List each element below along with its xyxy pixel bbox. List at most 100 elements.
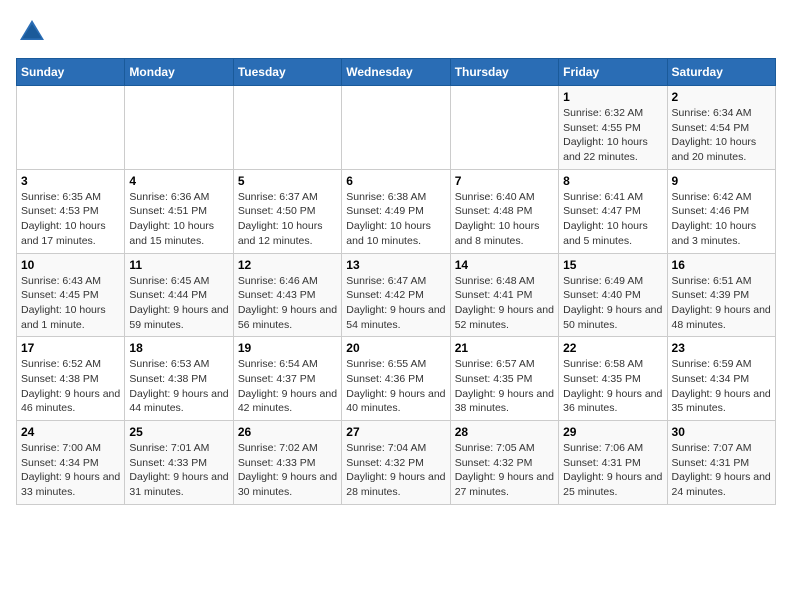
day-info: Sunrise: 7:05 AM Sunset: 4:32 PM Dayligh… — [455, 441, 554, 500]
day-cell: 29 Sunrise: 7:06 AM Sunset: 4:31 PM Dayli… — [559, 421, 667, 505]
weekday-header-sunday: Sunday — [17, 59, 125, 86]
day-info: Sunrise: 6:53 AM Sunset: 4:38 PM Dayligh… — [129, 357, 228, 416]
day-cell: 30 Sunrise: 7:07 AM Sunset: 4:31 PM Dayli… — [667, 421, 775, 505]
day-cell — [450, 86, 558, 170]
weekday-header-tuesday: Tuesday — [233, 59, 341, 86]
day-number: 17 — [21, 341, 120, 355]
day-number: 27 — [346, 425, 445, 439]
day-info: Sunrise: 6:58 AM Sunset: 4:35 PM Dayligh… — [563, 357, 662, 416]
day-cell: 13Sunrise: 6:47 AM Sunset: 4:42 PM Dayli… — [342, 253, 450, 337]
day-number: 13 — [346, 258, 445, 272]
day-info: Sunrise: 6:49 AM Sunset: 4:40 PM Dayligh… — [563, 274, 662, 333]
day-cell: 10 Sunrise: 6:43 AM Sunset: 4:45 PM Dayli… — [17, 253, 125, 337]
day-number: 20 — [346, 341, 445, 355]
day-cell — [17, 86, 125, 170]
day-info: Sunrise: 6:54 AM Sunset: 4:37 PM Dayligh… — [238, 357, 337, 416]
day-info: Sunrise: 6:40 AM Sunset: 4:48 PM Dayligh… — [455, 190, 554, 249]
day-info: Sunrise: 6:51 AM Sunset: 4:39 PM Dayligh… — [672, 274, 771, 333]
day-number: 19 — [238, 341, 337, 355]
day-number: 12 — [238, 258, 337, 272]
day-info: Sunrise: 6:37 AM Sunset: 4:50 PM Dayligh… — [238, 190, 337, 249]
day-cell: 25Sunrise: 7:01 AM Sunset: 4:33 PM Dayli… — [125, 421, 233, 505]
day-cell: 14Sunrise: 6:48 AM Sunset: 4:41 PM Dayli… — [450, 253, 558, 337]
day-info: Sunrise: 6:38 AM Sunset: 4:49 PM Dayligh… — [346, 190, 445, 249]
week-row-5: 24Sunrise: 7:00 AM Sunset: 4:34 PM Dayli… — [17, 421, 776, 505]
day-number: 30 — [672, 425, 771, 439]
day-number: 3 — [21, 174, 120, 188]
day-info: Sunrise: 6:32 AM Sunset: 4:55 PM Dayligh… — [563, 106, 662, 165]
day-number: 29 — [563, 425, 662, 439]
day-cell: 9Sunrise: 6:42 AM Sunset: 4:46 PM Daylig… — [667, 169, 775, 253]
week-row-2: 3 Sunrise: 6:35 AM Sunset: 4:53 PM Daylig… — [17, 169, 776, 253]
week-row-3: 10 Sunrise: 6:43 AM Sunset: 4:45 PM Dayli… — [17, 253, 776, 337]
weekday-header-wednesday: Wednesday — [342, 59, 450, 86]
weekday-header-thursday: Thursday — [450, 59, 558, 86]
day-cell: 3 Sunrise: 6:35 AM Sunset: 4:53 PM Daylig… — [17, 169, 125, 253]
day-number: 21 — [455, 341, 554, 355]
day-cell: 28Sunrise: 7:05 AM Sunset: 4:32 PM Dayli… — [450, 421, 558, 505]
logo-icon — [16, 16, 48, 48]
day-cell: 5 Sunrise: 6:37 AM Sunset: 4:50 PM Daylig… — [233, 169, 341, 253]
day-info: Sunrise: 7:07 AM Sunset: 4:31 PM Dayligh… — [672, 441, 771, 500]
day-info: Sunrise: 6:55 AM Sunset: 4:36 PM Dayligh… — [346, 357, 445, 416]
day-number: 16 — [672, 258, 771, 272]
day-info: Sunrise: 6:42 AM Sunset: 4:46 PM Dayligh… — [672, 190, 771, 249]
day-cell: 19 Sunrise: 6:54 AM Sunset: 4:37 PM Dayli… — [233, 337, 341, 421]
day-info: Sunrise: 6:35 AM Sunset: 4:53 PM Dayligh… — [21, 190, 120, 249]
day-cell: 12 Sunrise: 6:46 AM Sunset: 4:43 PM Dayli… — [233, 253, 341, 337]
day-number: 26 — [238, 425, 337, 439]
day-cell: 23Sunrise: 6:59 AM Sunset: 4:34 PM Dayli… — [667, 337, 775, 421]
day-number: 5 — [238, 174, 337, 188]
day-cell: 2 Sunrise: 6:34 AM Sunset: 4:54 PM Daylig… — [667, 86, 775, 170]
day-info: Sunrise: 7:06 AM Sunset: 4:31 PM Dayligh… — [563, 441, 662, 500]
day-cell: 4Sunrise: 6:36 AM Sunset: 4:51 PM Daylig… — [125, 169, 233, 253]
day-cell: 11 Sunrise: 6:45 AM Sunset: 4:44 PM Dayli… — [125, 253, 233, 337]
day-cell: 22 Sunrise: 6:58 AM Sunset: 4:35 PM Dayli… — [559, 337, 667, 421]
day-cell: 18 Sunrise: 6:53 AM Sunset: 4:38 PM Dayli… — [125, 337, 233, 421]
day-cell: 6Sunrise: 6:38 AM Sunset: 4:49 PM Daylig… — [342, 169, 450, 253]
week-row-1: 1 Sunrise: 6:32 AM Sunset: 4:55 PM Daylig… — [17, 86, 776, 170]
week-row-4: 17 Sunrise: 6:52 AM Sunset: 4:38 PM Dayli… — [17, 337, 776, 421]
day-number: 8 — [563, 174, 662, 188]
day-cell: 1 Sunrise: 6:32 AM Sunset: 4:55 PM Daylig… — [559, 86, 667, 170]
day-info: Sunrise: 6:52 AM Sunset: 4:38 PM Dayligh… — [21, 357, 120, 416]
day-cell: 16 Sunrise: 6:51 AM Sunset: 4:39 PM Dayli… — [667, 253, 775, 337]
day-cell: 8 Sunrise: 6:41 AM Sunset: 4:47 PM Daylig… — [559, 169, 667, 253]
calendar-header: SundayMondayTuesdayWednesdayThursdayFrid… — [17, 59, 776, 86]
calendar: SundayMondayTuesdayWednesdayThursdayFrid… — [16, 58, 776, 505]
calendar-body: 1 Sunrise: 6:32 AM Sunset: 4:55 PM Daylig… — [17, 86, 776, 505]
logo — [16, 16, 52, 48]
day-info: Sunrise: 7:02 AM Sunset: 4:33 PM Dayligh… — [238, 441, 337, 500]
day-cell — [342, 86, 450, 170]
day-info: Sunrise: 7:04 AM Sunset: 4:32 PM Dayligh… — [346, 441, 445, 500]
day-number: 1 — [563, 90, 662, 104]
day-info: Sunrise: 6:41 AM Sunset: 4:47 PM Dayligh… — [563, 190, 662, 249]
day-number: 10 — [21, 258, 120, 272]
day-info: Sunrise: 6:43 AM Sunset: 4:45 PM Dayligh… — [21, 274, 120, 333]
day-cell: 24Sunrise: 7:00 AM Sunset: 4:34 PM Dayli… — [17, 421, 125, 505]
day-number: 2 — [672, 90, 771, 104]
day-number: 4 — [129, 174, 228, 188]
day-number: 25 — [129, 425, 228, 439]
weekday-header-row: SundayMondayTuesdayWednesdayThursdayFrid… — [17, 59, 776, 86]
day-number: 11 — [129, 258, 228, 272]
day-cell — [233, 86, 341, 170]
day-cell: 26 Sunrise: 7:02 AM Sunset: 4:33 PM Dayli… — [233, 421, 341, 505]
day-cell: 21 Sunrise: 6:57 AM Sunset: 4:35 PM Dayli… — [450, 337, 558, 421]
day-cell — [125, 86, 233, 170]
day-info: Sunrise: 6:45 AM Sunset: 4:44 PM Dayligh… — [129, 274, 228, 333]
day-number: 14 — [455, 258, 554, 272]
day-cell: 15 Sunrise: 6:49 AM Sunset: 4:40 PM Dayli… — [559, 253, 667, 337]
page-header — [16, 16, 776, 48]
day-number: 24 — [21, 425, 120, 439]
weekday-header-friday: Friday — [559, 59, 667, 86]
day-number: 18 — [129, 341, 228, 355]
day-number: 7 — [455, 174, 554, 188]
weekday-header-saturday: Saturday — [667, 59, 775, 86]
day-info: Sunrise: 6:34 AM Sunset: 4:54 PM Dayligh… — [672, 106, 771, 165]
day-info: Sunrise: 6:57 AM Sunset: 4:35 PM Dayligh… — [455, 357, 554, 416]
day-info: Sunrise: 6:59 AM Sunset: 4:34 PM Dayligh… — [672, 357, 771, 416]
day-number: 15 — [563, 258, 662, 272]
day-info: Sunrise: 6:46 AM Sunset: 4:43 PM Dayligh… — [238, 274, 337, 333]
day-number: 22 — [563, 341, 662, 355]
